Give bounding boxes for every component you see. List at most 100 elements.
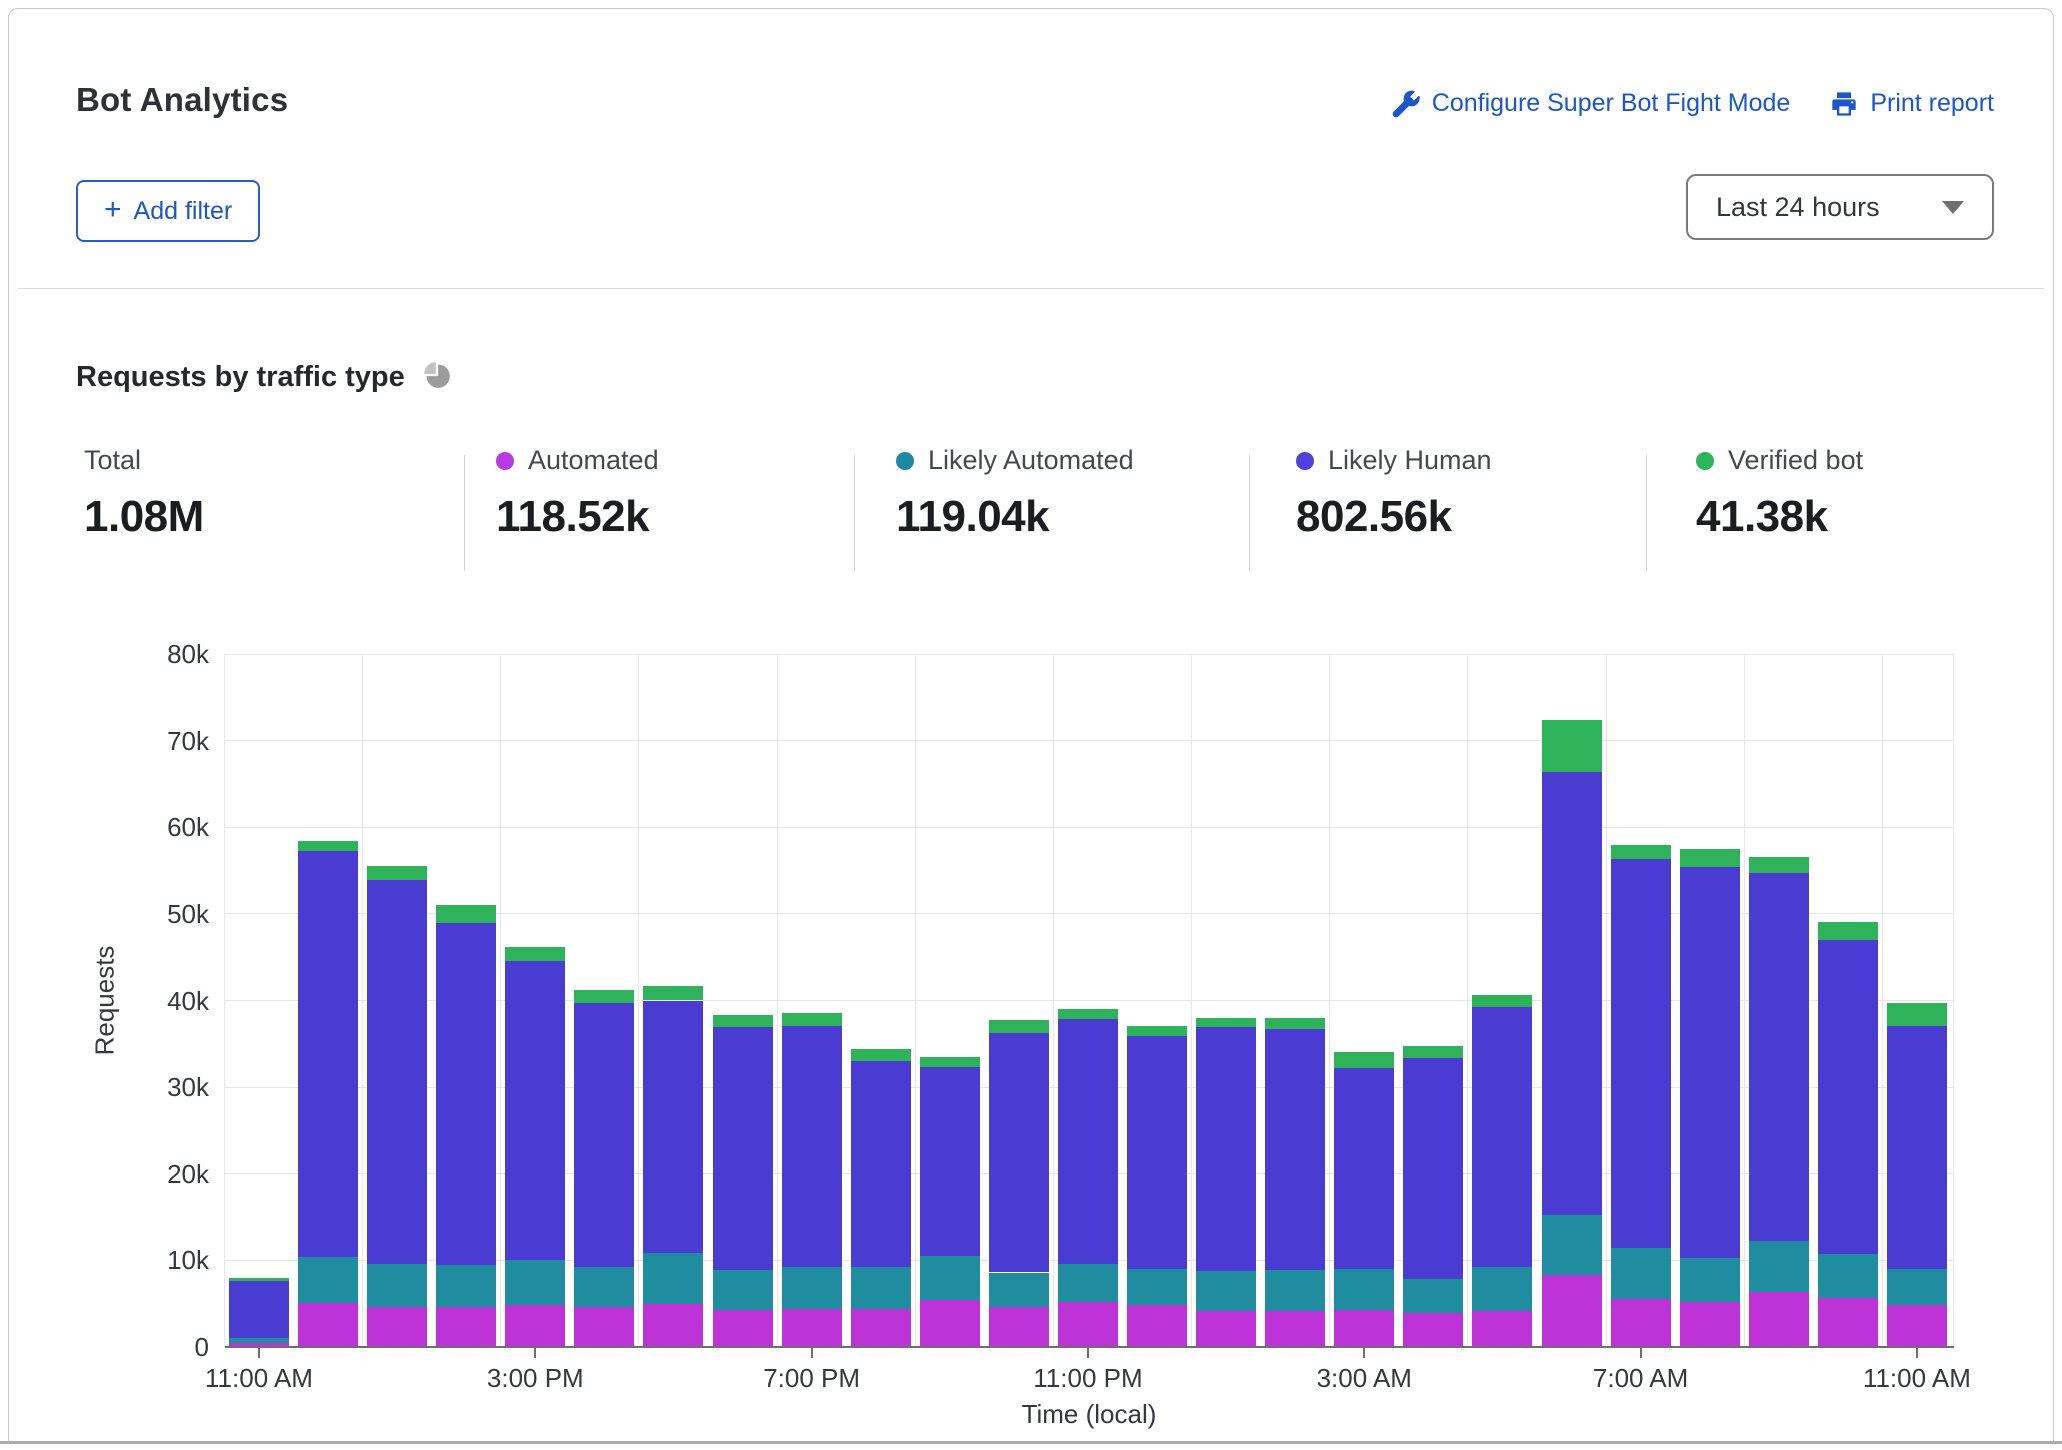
bar-segment-likely-human[interactable] bbox=[1058, 1019, 1118, 1264]
bar-segment-verified-bot[interactable] bbox=[1887, 1003, 1947, 1026]
bar-segment-automated[interactable] bbox=[1265, 1311, 1325, 1347]
bar-segment-automated[interactable] bbox=[1818, 1298, 1878, 1347]
bar-segment-verified-bot[interactable] bbox=[1680, 849, 1740, 867]
bar-segment-likely-human[interactable] bbox=[436, 923, 496, 1265]
bar-segment-likely-automated[interactable] bbox=[1680, 1258, 1740, 1302]
bar-segment-verified-bot[interactable] bbox=[1196, 1018, 1256, 1028]
bar-segment-likely-automated[interactable] bbox=[1058, 1264, 1118, 1302]
bar-segment-likely-human[interactable] bbox=[1403, 1058, 1463, 1279]
bar-segment-likely-human[interactable] bbox=[1749, 873, 1809, 1241]
bar-segment-likely-automated[interactable] bbox=[436, 1265, 496, 1307]
bar-segment-verified-bot[interactable] bbox=[1127, 1026, 1187, 1036]
bar-segment-likely-human[interactable] bbox=[367, 880, 427, 1264]
bar-segment-automated[interactable] bbox=[643, 1304, 703, 1347]
bar-segment-verified-bot[interactable] bbox=[1749, 857, 1809, 873]
bar-segment-likely-human[interactable] bbox=[782, 1026, 842, 1267]
bar-segment-verified-bot[interactable] bbox=[851, 1049, 911, 1061]
bar-segment-likely-automated[interactable] bbox=[1265, 1270, 1325, 1311]
bar-segment-likely-automated[interactable] bbox=[1887, 1269, 1947, 1305]
bar-segment-verified-bot[interactable] bbox=[713, 1015, 773, 1027]
bar-segment-likely-automated[interactable] bbox=[1749, 1241, 1809, 1292]
bar-segment-likely-human[interactable] bbox=[643, 1001, 703, 1253]
bar-segment-likely-human[interactable] bbox=[574, 1003, 634, 1267]
bar-segment-automated[interactable] bbox=[574, 1307, 634, 1347]
bar-segment-verified-bot[interactable] bbox=[1334, 1052, 1394, 1068]
bar-segment-verified-bot[interactable] bbox=[643, 986, 703, 1001]
bar-segment-likely-automated[interactable] bbox=[920, 1256, 980, 1300]
bar-segment-likely-automated[interactable] bbox=[713, 1270, 773, 1310]
bar-segment-likely-automated[interactable] bbox=[643, 1253, 703, 1304]
bar-segment-likely-human[interactable] bbox=[229, 1281, 289, 1338]
bar-segment-automated[interactable] bbox=[1887, 1305, 1947, 1347]
bar-segment-automated[interactable] bbox=[989, 1307, 1049, 1347]
bar-segment-likely-human[interactable] bbox=[1611, 859, 1671, 1248]
bar-segment-automated[interactable] bbox=[1127, 1305, 1187, 1347]
bar-segment-verified-bot[interactable] bbox=[1818, 922, 1878, 940]
bar-segment-likely-automated[interactable] bbox=[1818, 1254, 1878, 1297]
bar-segment-automated[interactable] bbox=[713, 1310, 773, 1347]
bar-segment-automated[interactable] bbox=[367, 1307, 427, 1347]
bar-segment-automated[interactable] bbox=[920, 1300, 980, 1347]
bar-segment-likely-automated[interactable] bbox=[1127, 1269, 1187, 1305]
bar-segment-likely-automated[interactable] bbox=[851, 1267, 911, 1309]
bar-segment-likely-human[interactable] bbox=[1680, 867, 1740, 1258]
bar-segment-likely-human[interactable] bbox=[989, 1033, 1049, 1273]
bar-segment-likely-human[interactable] bbox=[713, 1027, 773, 1270]
bar-segment-automated[interactable] bbox=[1749, 1292, 1809, 1347]
bar-segment-likely-automated[interactable] bbox=[367, 1264, 427, 1307]
bar-segment-likely-human[interactable] bbox=[1196, 1027, 1256, 1270]
bar-segment-likely-human[interactable] bbox=[851, 1061, 911, 1267]
bar-segment-likely-automated[interactable] bbox=[1196, 1271, 1256, 1311]
bar-segment-automated[interactable] bbox=[782, 1309, 842, 1347]
bar-segment-likely-human[interactable] bbox=[1127, 1036, 1187, 1269]
bar-segment-automated[interactable] bbox=[851, 1309, 911, 1347]
bar-segment-likely-automated[interactable] bbox=[505, 1260, 565, 1305]
bar-segment-verified-bot[interactable] bbox=[436, 905, 496, 922]
bar-segment-likely-automated[interactable] bbox=[1334, 1269, 1394, 1310]
bar-segment-likely-human[interactable] bbox=[1334, 1068, 1394, 1269]
bar-segment-likely-human[interactable] bbox=[1542, 772, 1602, 1216]
bar-segment-automated[interactable] bbox=[1403, 1313, 1463, 1347]
bar-segment-likely-human[interactable] bbox=[505, 961, 565, 1261]
bar-segment-automated[interactable] bbox=[436, 1307, 496, 1347]
bar-segment-verified-bot[interactable] bbox=[1611, 845, 1671, 860]
bar-segment-verified-bot[interactable] bbox=[1403, 1046, 1463, 1057]
bar-segment-likely-automated[interactable] bbox=[574, 1267, 634, 1307]
add-filter-button[interactable]: + Add filter bbox=[76, 180, 260, 242]
bar-segment-likely-human[interactable] bbox=[1887, 1026, 1947, 1269]
print-report-link[interactable]: Print report bbox=[1830, 89, 1994, 118]
bar-segment-automated[interactable] bbox=[1472, 1311, 1532, 1347]
bar-segment-verified-bot[interactable] bbox=[1472, 995, 1532, 1007]
bar-segment-verified-bot[interactable] bbox=[367, 866, 427, 880]
bar-segment-likely-automated[interactable] bbox=[1472, 1267, 1532, 1311]
bar-segment-verified-bot[interactable] bbox=[920, 1057, 980, 1067]
bar-segment-verified-bot[interactable] bbox=[574, 990, 634, 1003]
bar-segment-automated[interactable] bbox=[1542, 1275, 1602, 1347]
bar-segment-verified-bot[interactable] bbox=[298, 841, 358, 851]
bar-segment-verified-bot[interactable] bbox=[229, 1278, 289, 1281]
bar-segment-likely-human[interactable] bbox=[1265, 1029, 1325, 1270]
bar-segment-likely-automated[interactable] bbox=[1403, 1279, 1463, 1314]
bar-segment-verified-bot[interactable] bbox=[1265, 1018, 1325, 1029]
bar-segment-automated[interactable] bbox=[1680, 1302, 1740, 1347]
bar-segment-automated[interactable] bbox=[1334, 1310, 1394, 1347]
bar-segment-verified-bot[interactable] bbox=[1542, 720, 1602, 772]
bar-segment-verified-bot[interactable] bbox=[989, 1020, 1049, 1032]
bar-segment-automated[interactable] bbox=[1611, 1299, 1671, 1347]
bar-segment-automated[interactable] bbox=[1196, 1311, 1256, 1347]
bar-segment-likely-human[interactable] bbox=[920, 1067, 980, 1256]
bar-segment-automated[interactable] bbox=[505, 1305, 565, 1347]
bar-segment-verified-bot[interactable] bbox=[505, 947, 565, 961]
bar-segment-automated[interactable] bbox=[1058, 1302, 1118, 1347]
bar-segment-automated[interactable] bbox=[298, 1303, 358, 1347]
bar-segment-likely-automated[interactable] bbox=[1542, 1215, 1602, 1275]
bar-segment-likely-human[interactable] bbox=[1818, 940, 1878, 1254]
bar-segment-likely-human[interactable] bbox=[1472, 1007, 1532, 1267]
bar-segment-likely-automated[interactable] bbox=[989, 1273, 1049, 1308]
bar-segment-likely-automated[interactable] bbox=[1611, 1248, 1671, 1299]
time-range-select[interactable]: Last 24 hours bbox=[1686, 174, 1994, 240]
bar-segment-verified-bot[interactable] bbox=[1058, 1009, 1118, 1019]
configure-super-bot-fight-mode-link[interactable]: Configure Super Bot Fight Mode bbox=[1392, 89, 1791, 118]
bar-segment-likely-human[interactable] bbox=[298, 851, 358, 1258]
bar-segment-likely-automated[interactable] bbox=[782, 1267, 842, 1309]
